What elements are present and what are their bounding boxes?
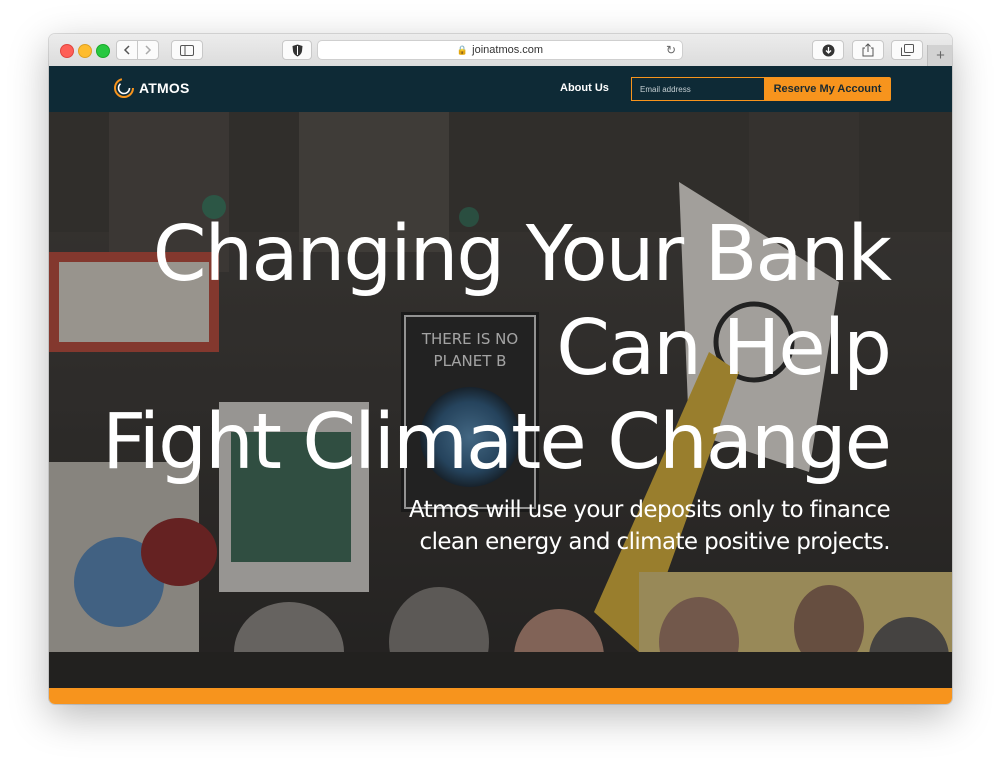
forward-button[interactable] (137, 40, 159, 60)
tab-overview-button[interactable] (891, 40, 923, 60)
new-tab-button[interactable]: + (927, 45, 952, 66)
logo-text: ATMOS (139, 80, 190, 96)
shield-icon (292, 44, 302, 56)
subhead-line-2: clean energy and climate positive projec… (419, 529, 891, 555)
share-icon (862, 43, 874, 57)
zoom-window-button[interactable] (96, 44, 110, 58)
headline-line-2: Can Help (556, 304, 892, 393)
browser-window: 🔒 joinatmos.com ↻ + ATMOS About Us Reser… (49, 34, 952, 704)
close-window-button[interactable] (60, 44, 74, 58)
email-field[interactable] (631, 77, 764, 101)
tabs-icon (900, 44, 914, 56)
headline-line-3: Fight Climate Change (101, 398, 892, 487)
privacy-extension-button[interactable] (282, 40, 312, 60)
subhead-line-1: Atmos will use your deposits only to fin… (408, 497, 891, 523)
atmos-logo[interactable]: ATMOS (113, 77, 190, 99)
hero-section: THERE IS NO PLANET B Changing Your Bank (49, 112, 952, 688)
share-button[interactable] (852, 40, 884, 60)
downloads-button[interactable] (812, 40, 844, 60)
headline-line-1: Changing Your Bank (152, 210, 892, 299)
url-text: joinatmos.com (472, 44, 544, 56)
lock-icon: 🔒 (456, 44, 469, 55)
chevron-right-icon (145, 45, 152, 55)
reserve-account-button[interactable]: Reserve My Account (764, 77, 891, 101)
address-bar[interactable]: 🔒 joinatmos.com ↻ (317, 40, 683, 60)
plus-icon: + (936, 47, 945, 64)
sidebar-icon (180, 44, 194, 56)
back-button[interactable] (116, 40, 138, 60)
footer-accent-bar (49, 688, 952, 704)
hero-subheading: Atmos will use your deposits only to fin… (190, 494, 891, 558)
atmos-logo-icon (114, 78, 134, 98)
nav-about-us[interactable]: About Us (560, 82, 609, 94)
download-icon (822, 44, 834, 56)
reload-icon[interactable]: ↻ (666, 43, 676, 57)
sidebar-toggle-button[interactable] (171, 40, 203, 60)
minimize-window-button[interactable] (78, 44, 92, 58)
browser-toolbar: 🔒 joinatmos.com ↻ + (49, 34, 952, 67)
hero-headline: Changing Your Bank Can Help Fight Climat… (70, 208, 892, 490)
chevron-left-icon (123, 45, 130, 55)
site-header: ATMOS About Us Reserve My Account (49, 66, 952, 112)
